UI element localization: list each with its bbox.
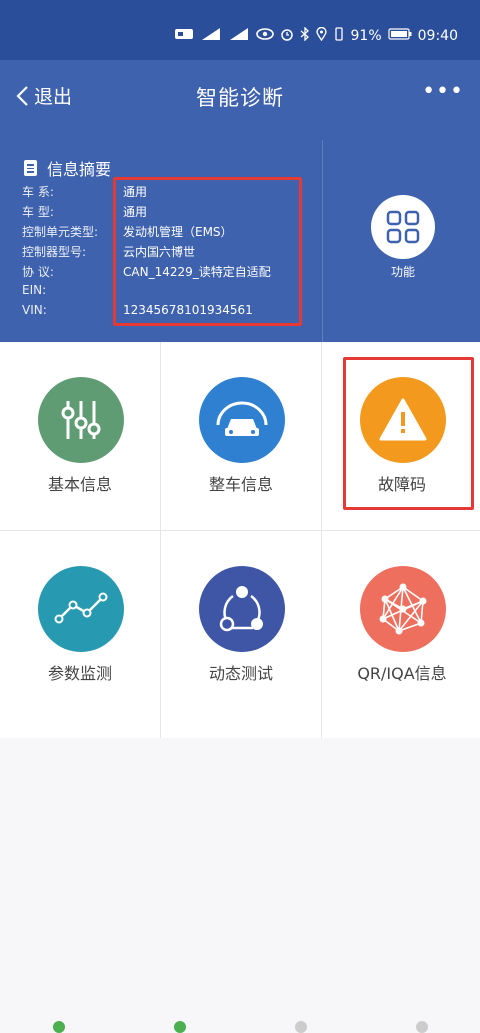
signal-icon [200, 27, 222, 45]
grid-divider [321, 342, 322, 738]
page-title: 智能诊断 [196, 86, 284, 110]
grid-item-parameter-monitoring[interactable]: 参数监测 [0, 531, 160, 719]
grid-divider [0, 530, 480, 531]
grid-item-label: QR/IQA信息 [357, 664, 447, 683]
grid-item-dynamic-test[interactable]: 动态测试 [161, 531, 321, 719]
grid-divider [160, 342, 161, 738]
sliders-icon [38, 377, 124, 463]
title-bar: 退出 智能诊断 ••• [0, 60, 480, 140]
alarm-icon [280, 27, 294, 45]
grid-item-qr-iqa-info[interactable]: QR/IQA信息 [322, 531, 480, 719]
grid-item-vehicle-info[interactable]: 整车信息 [161, 342, 321, 530]
share-icon [199, 566, 285, 652]
battery-percent: 91% [350, 28, 382, 44]
page-indicator [0, 1019, 480, 1033]
info-summary-heading: 信息摘要 [24, 156, 111, 180]
grid-apps-icon [386, 210, 420, 244]
info-highlight-box [113, 177, 302, 326]
page-dot [416, 1021, 428, 1033]
bluetooth-icon [300, 26, 310, 45]
function-button[interactable] [371, 195, 435, 259]
grid-item-basic-info[interactable]: 基本信息 [0, 342, 160, 530]
vibrate-icon [333, 27, 345, 45]
grid-item-label: 基本信息 [47, 475, 112, 494]
status-time: 09:40 [417, 28, 458, 44]
info-heading-text: 信息摘要 [47, 160, 112, 179]
page-dot [53, 1021, 65, 1033]
grid-item-label: 整车信息 [208, 475, 273, 494]
network-icon [360, 566, 446, 652]
nfc-icon [174, 27, 194, 45]
grid-item-label: 动态测试 [208, 664, 273, 683]
signal-icon [228, 27, 250, 45]
page-dot [174, 1021, 186, 1033]
status-bar: 91% 09:40 [0, 0, 480, 60]
line-chart-icon [38, 566, 124, 652]
car-icon [199, 377, 285, 463]
location-icon [315, 26, 327, 45]
grid-item-label: 参数监测 [47, 664, 112, 683]
page-dot [295, 1021, 307, 1033]
fault-code-highlight-box [343, 357, 474, 510]
function-button-label: 功能 [390, 265, 415, 279]
eye-icon [255, 27, 274, 45]
more-menu-button[interactable]: ••• [422, 81, 464, 103]
info-summary: 信息摘要 车 系: 通用 车 型: 通用 控制单元类型: 发动机管理（EMS） 控制器… [0, 140, 323, 342]
document-icon [24, 160, 37, 176]
battery-icon [388, 28, 412, 44]
